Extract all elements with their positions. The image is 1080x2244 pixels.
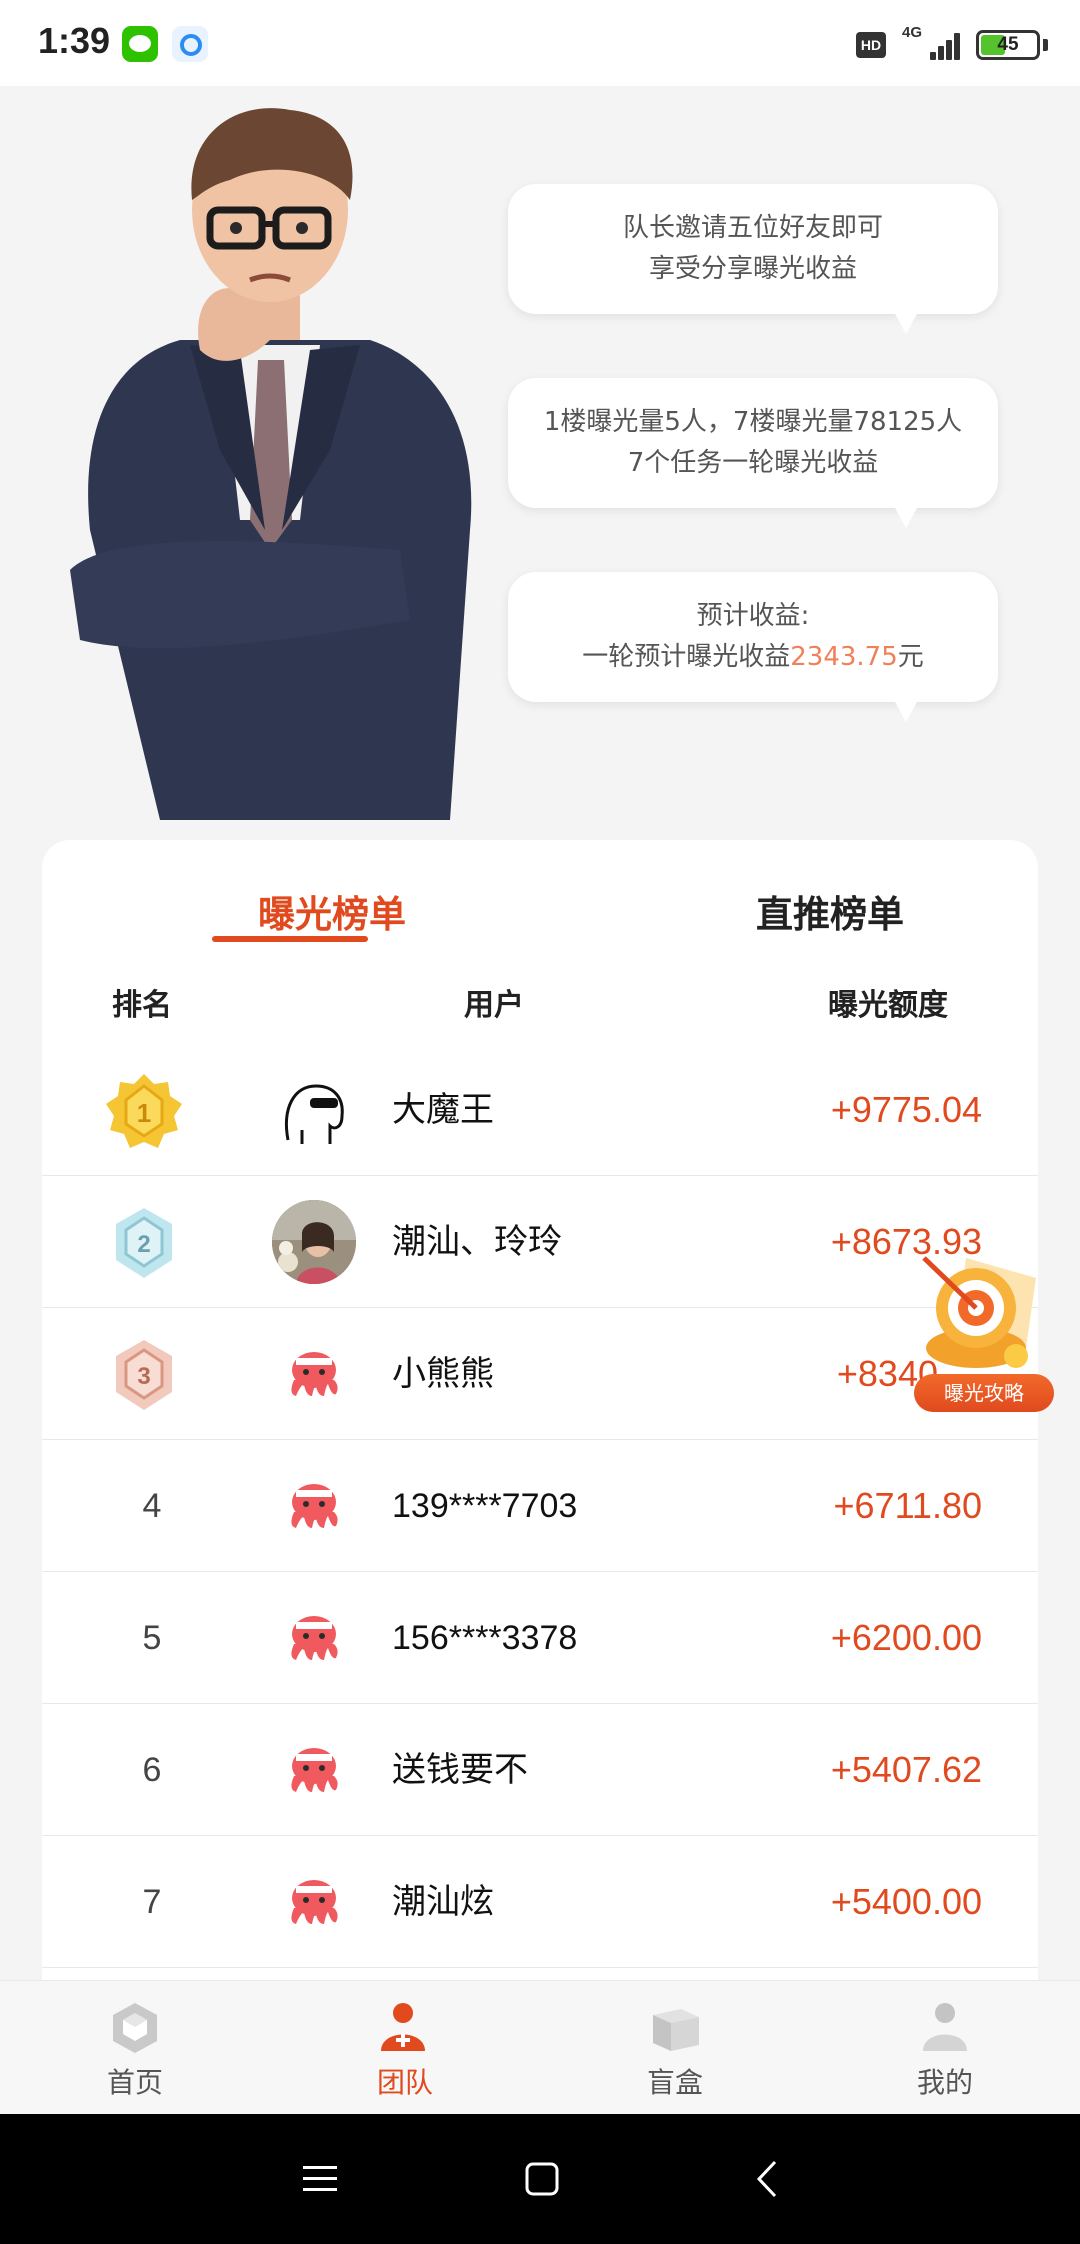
rank-number: 5 [142,1619,162,1657]
battery-level: 45 [997,34,1019,55]
gold-medal-icon: 1 [106,1074,182,1148]
user-name: 潮汕、玲玲 [392,1223,562,1261]
exposure-amount: +6711.80 [833,1485,982,1526]
column-header-rank: 排名 [112,988,172,1023]
ranking-row[interactable]: 3 小熊熊 +8340 [42,1308,1038,1440]
menu-icon[interactable] [295,2154,345,2204]
ranking-row[interactable]: 6 送钱要不 +5407.62 [42,1704,1038,1836]
ranking-row[interactable]: 7 潮汕炫 +5400.00 [42,1836,1038,1968]
hd-icon: HD [856,32,886,58]
home-square-icon[interactable] [517,2154,567,2204]
earnings-suffix: 元 [897,642,924,672]
nav-label: 团队 [376,2066,433,2099]
businessman-illustration [70,108,472,820]
earnings-value: 2343.75 [790,642,898,672]
octopus-icon[interactable] [272,1596,356,1680]
bubble-text: 7个任务一轮曝光收益 [627,448,879,478]
nav-label: 首页 [106,2066,163,2099]
exposure-amount: +5407.62 [830,1749,982,1790]
user-name: 156****3378 [392,1619,578,1657]
bubble-text: 享受分享曝光收益 [648,254,857,284]
leaderboard-card: 曝光榜单 直推榜单 排名 用户 曝光额度 1 大魔王 +9775.04 2 潮汕… [42,840,1038,1980]
bottom-navigation: 首页 团队 盲盒 我的 [0,1980,1080,2114]
tab-direct-ranking[interactable]: 直推榜单 [690,884,970,938]
ranking-row[interactable]: 5 156****3378 +6200.00 [42,1572,1038,1704]
status-bar: 1:39 HD 4G 45 [0,0,1080,86]
silver-medal-icon: 2 [116,1208,172,1278]
nav-mine[interactable]: 我的 [845,1981,1045,2115]
exposure-amount: +5400.00 [830,1881,982,1922]
exposure-guide-label: 曝光攻略 [914,1374,1054,1412]
nav-blind-box[interactable]: 盲盒 [575,1981,775,2115]
system-navigation-bar [0,2114,1080,2244]
signal-icon [918,30,960,60]
exposure-guide-button[interactable]: 曝光攻略 [906,1238,1056,1418]
rank-number: 6 [142,1751,162,1789]
photo-avatar[interactable] [272,1200,356,1284]
medal-number: 3 [137,1363,150,1390]
exposure-amount: +9775.04 [830,1089,982,1130]
info-bubble-exposure: 1楼曝光量5人，7楼曝光量78125人 7个任务一轮曝光收益 [508,378,998,528]
status-time: 1:39 [38,20,111,61]
bubble-text: 1楼曝光量5人，7楼曝光量78125人 [543,407,963,437]
column-header-user: 用户 [464,988,524,1023]
info-bubble-earnings: 预计收益: 一轮预计曝光收益2343.75元 [508,572,998,722]
browser-notification-icon [172,26,208,62]
box-icon [653,2009,699,2051]
octopus-icon[interactable] [272,1464,356,1548]
hero-section: 队长邀请五位好友即可 享受分享曝光收益 1楼曝光量5人，7楼曝光量78125人 … [0,86,1080,846]
medal-number: 1 [137,1098,151,1128]
rank-number: 4 [142,1487,162,1525]
user-name: 送钱要不 [392,1751,528,1789]
wechat-notification-icon [122,26,158,62]
bubble-text: 队长邀请五位好友即可 [622,213,883,243]
bubble-text: 预计收益: [696,601,810,631]
nav-label: 盲盒 [646,2066,703,2099]
ranking-row[interactable]: 2 潮汕、玲玲 +8673.93 [42,1176,1038,1308]
rank-number: 7 [142,1883,162,1921]
profile-icon [923,2003,967,2051]
info-bubble-invite: 队长邀请五位好友即可 享受分享曝光收益 [508,184,998,334]
nav-home[interactable]: 首页 [35,1981,235,2115]
medal-number: 2 [137,1231,150,1258]
bronze-medal-icon: 3 [116,1340,172,1410]
team-icon [381,2003,425,2051]
tab-active-indicator [212,936,368,942]
octopus-icon[interactable] [272,1332,356,1416]
octopus-icon[interactable] [272,1860,356,1944]
nav-team[interactable]: 团队 [305,1981,505,2115]
nav-label: 我的 [916,2066,973,2099]
user-name: 潮汕炫 [392,1883,494,1921]
user-name: 139****7703 [392,1487,578,1525]
user-name: 小熊熊 [392,1355,494,1393]
target-icon [922,1256,1036,1368]
battery-icon: 45 [976,30,1040,60]
ranking-row[interactable]: 4 139****7703 +6711.80 [42,1440,1038,1572]
column-header-amount: 曝光额度 [828,988,948,1023]
bubble-text: 一轮预计曝光收益2343.75元 [508,637,998,678]
exposure-amount: +6200.00 [830,1617,982,1658]
tab-exposure-ranking[interactable]: 曝光榜单 [192,884,472,938]
home-cube-icon [113,2003,157,2053]
octopus-icon[interactable] [272,1728,356,1812]
earnings-prefix: 一轮预计曝光收益 [582,642,791,672]
meme-sunglasses-icon[interactable] [272,1068,356,1152]
user-name: 大魔王 [392,1091,494,1129]
back-icon[interactable] [745,2154,795,2204]
ranking-row[interactable]: 1 大魔王 +9775.04 [42,1044,1038,1176]
